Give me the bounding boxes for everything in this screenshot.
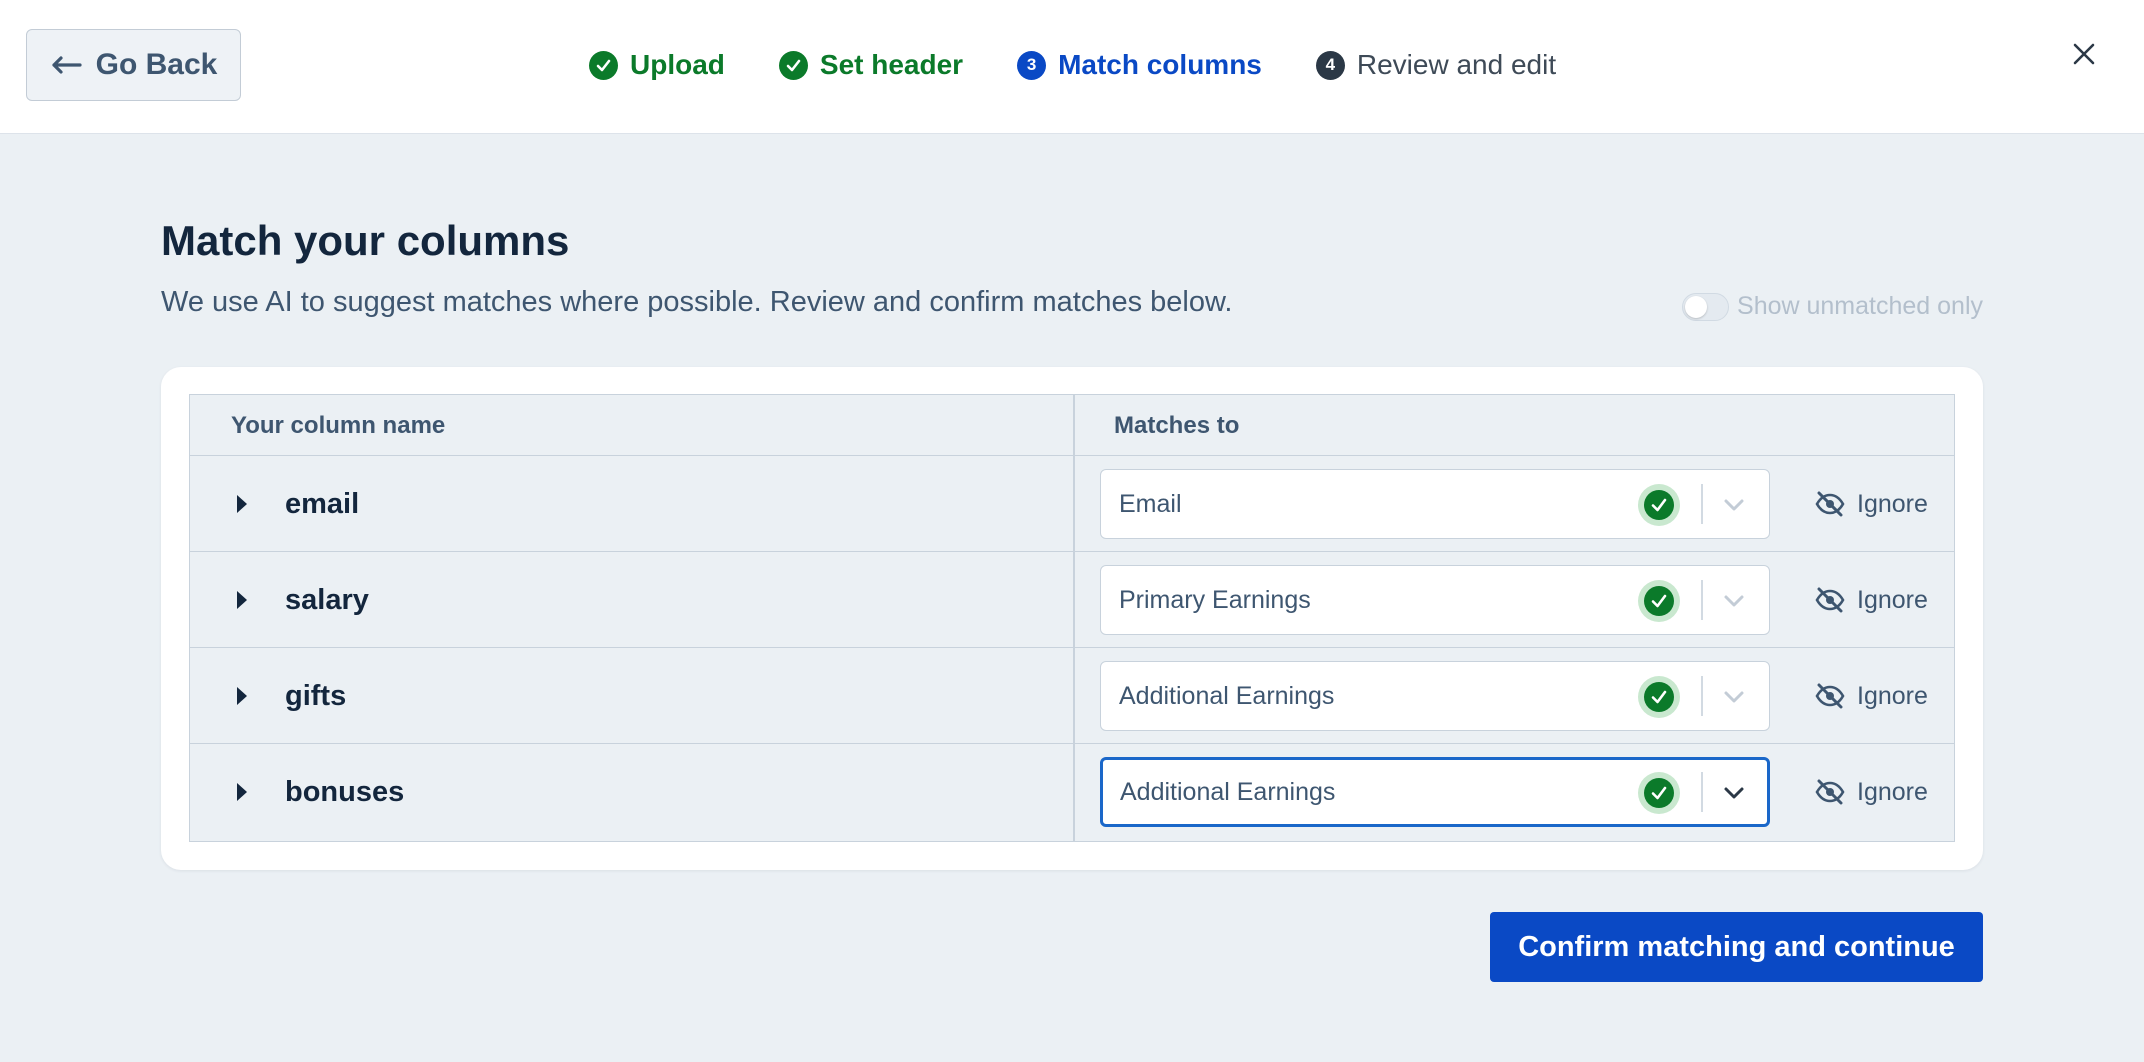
check-icon	[778, 50, 808, 80]
step-label: Upload	[630, 49, 725, 80]
matched-check-icon	[1638, 772, 1680, 814]
eye-off-icon	[1815, 491, 1845, 517]
show-unmatched-toggle[interactable]: Show unmatched only	[1682, 292, 1983, 321]
chevron-down-icon[interactable]	[1720, 782, 1748, 804]
match-select[interactable]: Additional Earnings	[1100, 757, 1770, 827]
ignore-label: Ignore	[1857, 681, 1928, 710]
column-name: salary	[285, 583, 369, 616]
table-row: salary Primary Earnings Ignore	[190, 552, 1954, 648]
table-row: gifts Additional Earnings Ignore	[190, 648, 1954, 744]
step-label: Review and edit	[1356, 49, 1557, 80]
confirm-matching-button[interactable]: Confirm matching and continue	[1490, 912, 1983, 982]
match-table: Your column name Matches to email Email …	[189, 394, 1955, 842]
eye-off-icon	[1815, 779, 1845, 805]
step-number: 3	[1017, 50, 1047, 80]
select-separator	[1701, 484, 1703, 524]
step-match-columns: 3 Match columns	[1017, 49, 1262, 81]
eye-off-icon	[1815, 587, 1845, 613]
chevron-down-icon[interactable]	[1720, 590, 1748, 612]
match-card: Your column name Matches to email Email …	[161, 367, 1983, 870]
step-number: 4	[1315, 50, 1345, 80]
header-your-column-name: Your column name	[231, 411, 446, 439]
matched-check-icon	[1638, 580, 1680, 622]
caret-right-icon[interactable]	[234, 589, 250, 611]
close-button[interactable]	[2064, 34, 2104, 74]
stepper: Upload Set header 3 Match columns 4 Revi…	[589, 44, 1610, 86]
ignore-label: Ignore	[1857, 777, 1928, 806]
close-icon	[2073, 43, 2095, 65]
ignore-button[interactable]: Ignore	[1815, 456, 1928, 552]
ignore-button[interactable]: Ignore	[1815, 744, 1928, 840]
go-back-button[interactable]: Go Back	[26, 29, 241, 101]
step-review-and-edit: 4 Review and edit	[1315, 49, 1557, 81]
column-name: email	[285, 487, 360, 520]
header-matches-to: Matches to	[1114, 411, 1240, 439]
ignore-button[interactable]: Ignore	[1815, 552, 1928, 648]
arrow-left-icon	[52, 56, 82, 74]
select-separator	[1701, 772, 1703, 812]
match-value: Additional Earnings	[1120, 777, 1336, 806]
chevron-down-icon[interactable]	[1720, 686, 1748, 708]
step-label: Match columns	[1058, 49, 1262, 80]
toggle-label: Show unmatched only	[1737, 292, 1983, 320]
match-value: Email	[1119, 489, 1182, 518]
ignore-label: Ignore	[1857, 489, 1928, 518]
match-select[interactable]: Primary Earnings	[1100, 565, 1770, 635]
select-separator	[1701, 676, 1703, 716]
ignore-label: Ignore	[1857, 585, 1928, 614]
caret-right-icon[interactable]	[234, 781, 250, 803]
check-icon	[589, 50, 618, 80]
ignore-button[interactable]: Ignore	[1815, 648, 1928, 744]
caret-right-icon[interactable]	[234, 685, 250, 707]
main-content: Match your columns We use AI to suggest …	[0, 134, 2144, 1062]
page-title: Match your columns	[161, 217, 570, 264]
eye-off-icon	[1815, 683, 1845, 709]
match-select[interactable]: Additional Earnings	[1100, 661, 1770, 731]
chevron-down-icon[interactable]	[1720, 494, 1748, 516]
toggle-knob	[1685, 295, 1708, 318]
column-name: bonuses	[285, 775, 405, 808]
table-row: email Email Ignore	[190, 456, 1954, 552]
match-select[interactable]: Email	[1100, 469, 1770, 539]
step-upload: Upload	[589, 49, 725, 81]
table-header: Your column name Matches to	[190, 395, 1954, 456]
matched-check-icon	[1638, 676, 1680, 718]
go-back-label: Go Back	[95, 48, 218, 81]
top-bar: Go Back Upload Set header 3 Match column…	[0, 0, 2144, 134]
step-label: Set header	[819, 49, 964, 80]
match-value: Primary Earnings	[1119, 585, 1311, 614]
matched-check-icon	[1638, 484, 1680, 526]
match-value: Additional Earnings	[1119, 681, 1335, 710]
table-row: bonuses Additional Earnings Ignore	[190, 744, 1954, 840]
column-name: gifts	[285, 679, 347, 712]
select-separator	[1701, 580, 1703, 620]
step-set-header: Set header	[778, 49, 964, 81]
caret-right-icon[interactable]	[234, 493, 250, 515]
page-subtitle: We use AI to suggest matches where possi…	[161, 286, 1233, 318]
toggle-switch[interactable]	[1682, 292, 1730, 321]
